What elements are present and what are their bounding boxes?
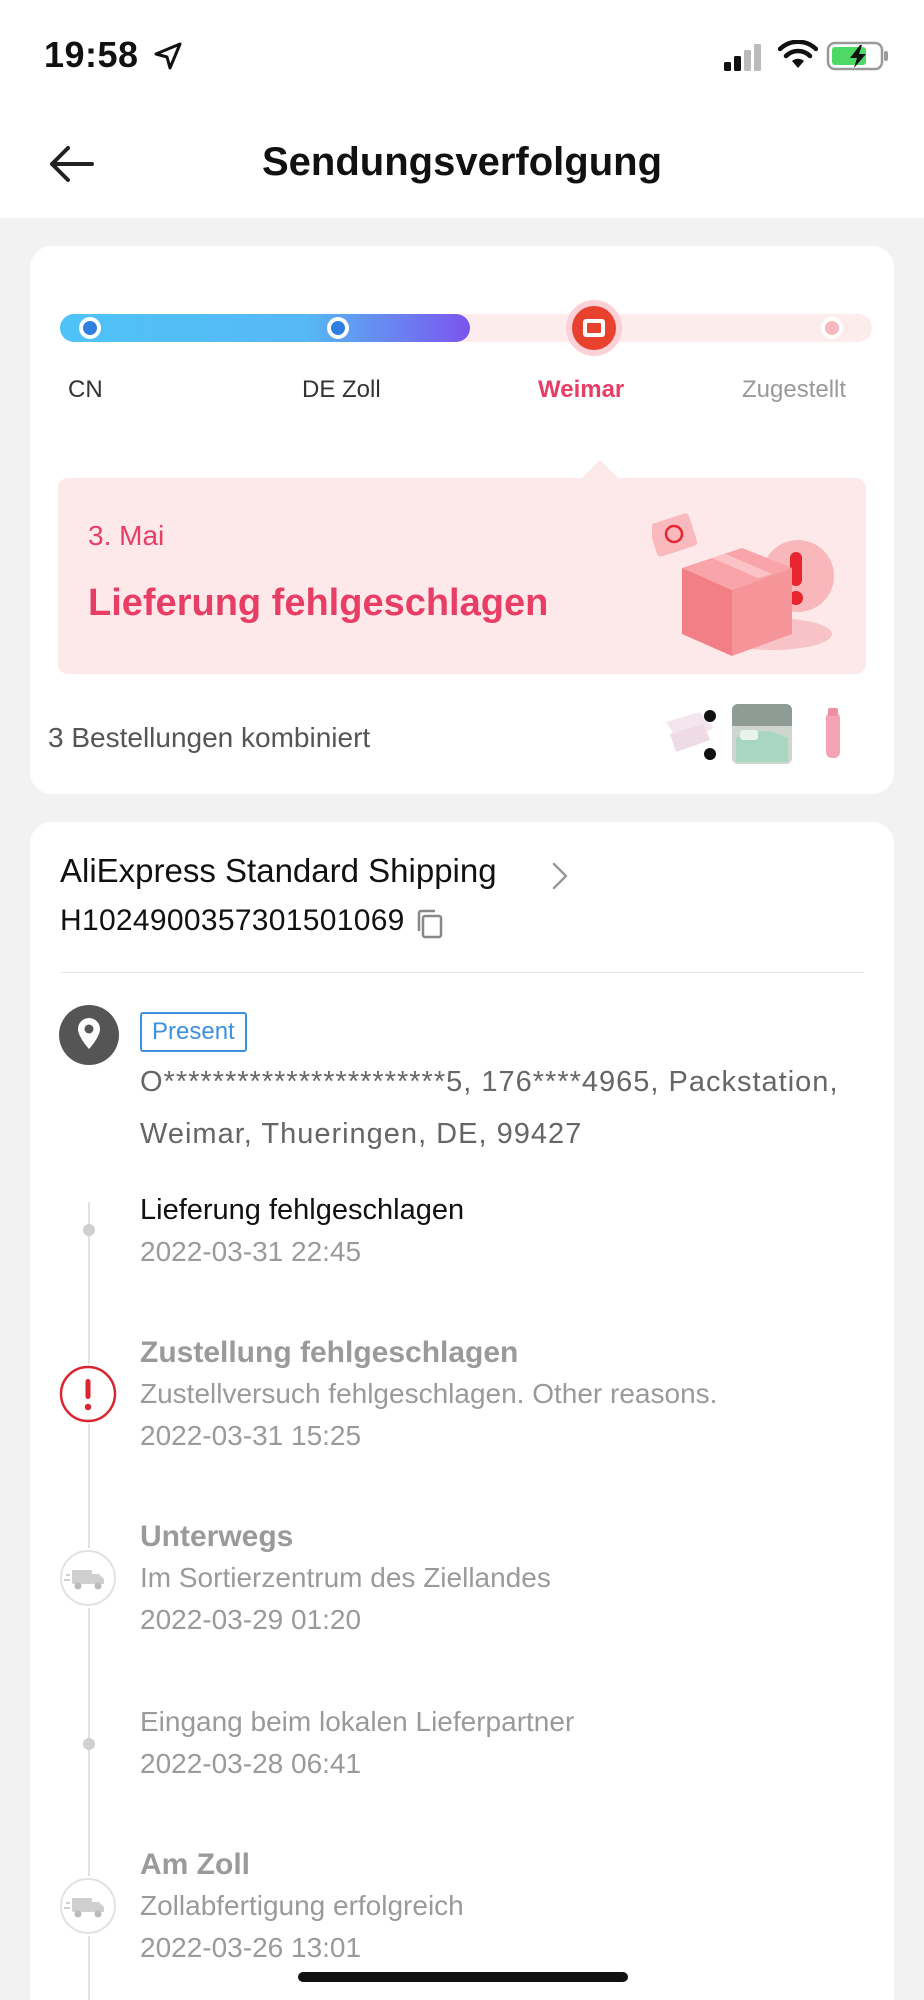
status-time: 19:58 [44, 34, 139, 75]
tracking-summary-card: CN DE Zoll Weimar Zugestellt 3. Mai Lief… [30, 246, 894, 794]
home-indicator[interactable] [298, 1972, 628, 1982]
status-pointer [580, 460, 620, 480]
copy-icon[interactable] [414, 908, 446, 940]
event-description: Im Sortierzentrum des Ziellandes [140, 1562, 551, 1593]
progress-bar [60, 300, 872, 356]
status-bar: 19:58 [0, 0, 924, 110]
delivery-address: O***********************5, 176****4965, … [140, 1066, 839, 1150]
alert-icon [58, 1364, 118, 1424]
timeline-dot [83, 1224, 95, 1236]
divider [60, 972, 864, 973]
chevron-right-icon[interactable] [550, 860, 570, 892]
progress-step-zugestellt [821, 317, 843, 339]
step-label-de-zoll: DE Zoll [302, 376, 381, 403]
event-description: Zustellversuch fehlgeschlagen. Other rea… [140, 1378, 718, 1409]
failed-delivery-box-icon [652, 513, 834, 656]
step-label-zugestellt: Zugestellt [742, 376, 847, 403]
event-title: Am Zoll [140, 1848, 250, 1881]
event-time: 2022-03-31 22:45 [140, 1236, 362, 1267]
truck-icon [58, 1548, 118, 1608]
wifi-icon [778, 40, 818, 68]
status-box: 3. Mai Lieferung fehlgeschlagen [58, 478, 866, 674]
event-time: 2022-03-28 06:41 [140, 1748, 362, 1779]
event-title: Unterwegs [140, 1520, 294, 1553]
header: Sendungsverfolgung [0, 110, 924, 218]
product-thumbnail-3[interactable] [804, 704, 864, 764]
page-title: Sendungsverfolgung [262, 140, 662, 184]
progress-step-weimar [566, 300, 622, 356]
timeline-dot [83, 1738, 95, 1750]
orders-combined-text[interactable]: 3 Bestellungen kombiniert [48, 722, 370, 754]
status-date: 3. Mai [88, 520, 165, 551]
event-time: 2022-03-31 15:25 [140, 1420, 362, 1451]
product-thumbnail-1[interactable] [660, 704, 720, 764]
event-time: 2022-03-29 01:20 [140, 1604, 362, 1635]
step-label-cn: CN [68, 376, 103, 403]
carrier-name[interactable]: AliExpress Standard Shipping [60, 852, 497, 890]
shipping-details-card: AliExpress Standard Shipping H1024900357… [30, 822, 894, 2000]
truck-icon [58, 1876, 118, 1936]
map-pin-icon [59, 1005, 119, 1065]
progress-step-cn [79, 317, 101, 339]
progress-step-de-zoll [327, 317, 349, 339]
signal-icon [724, 44, 761, 71]
event-title: Zustellung fehlgeschlagen [140, 1336, 519, 1369]
step-label-weimar: Weimar [538, 376, 625, 403]
event-time: 2022-03-26 13:01 [140, 1932, 362, 1963]
event-description: Eingang beim lokalen Lieferpartner [140, 1706, 575, 1737]
event-title: Lieferung fehlgeschlagen [140, 1194, 465, 1226]
event-description: Zollabfertigung erfolgreich [140, 1890, 464, 1921]
battery-charging-icon [826, 41, 888, 71]
present-badge: Present [140, 1012, 247, 1052]
product-thumbnail-2[interactable] [732, 704, 792, 764]
status-text: Lieferung fehlgeschlagen [88, 582, 549, 624]
location-arrow-icon [154, 42, 182, 70]
tracking-number: H1024900357301501069 [60, 904, 405, 937]
